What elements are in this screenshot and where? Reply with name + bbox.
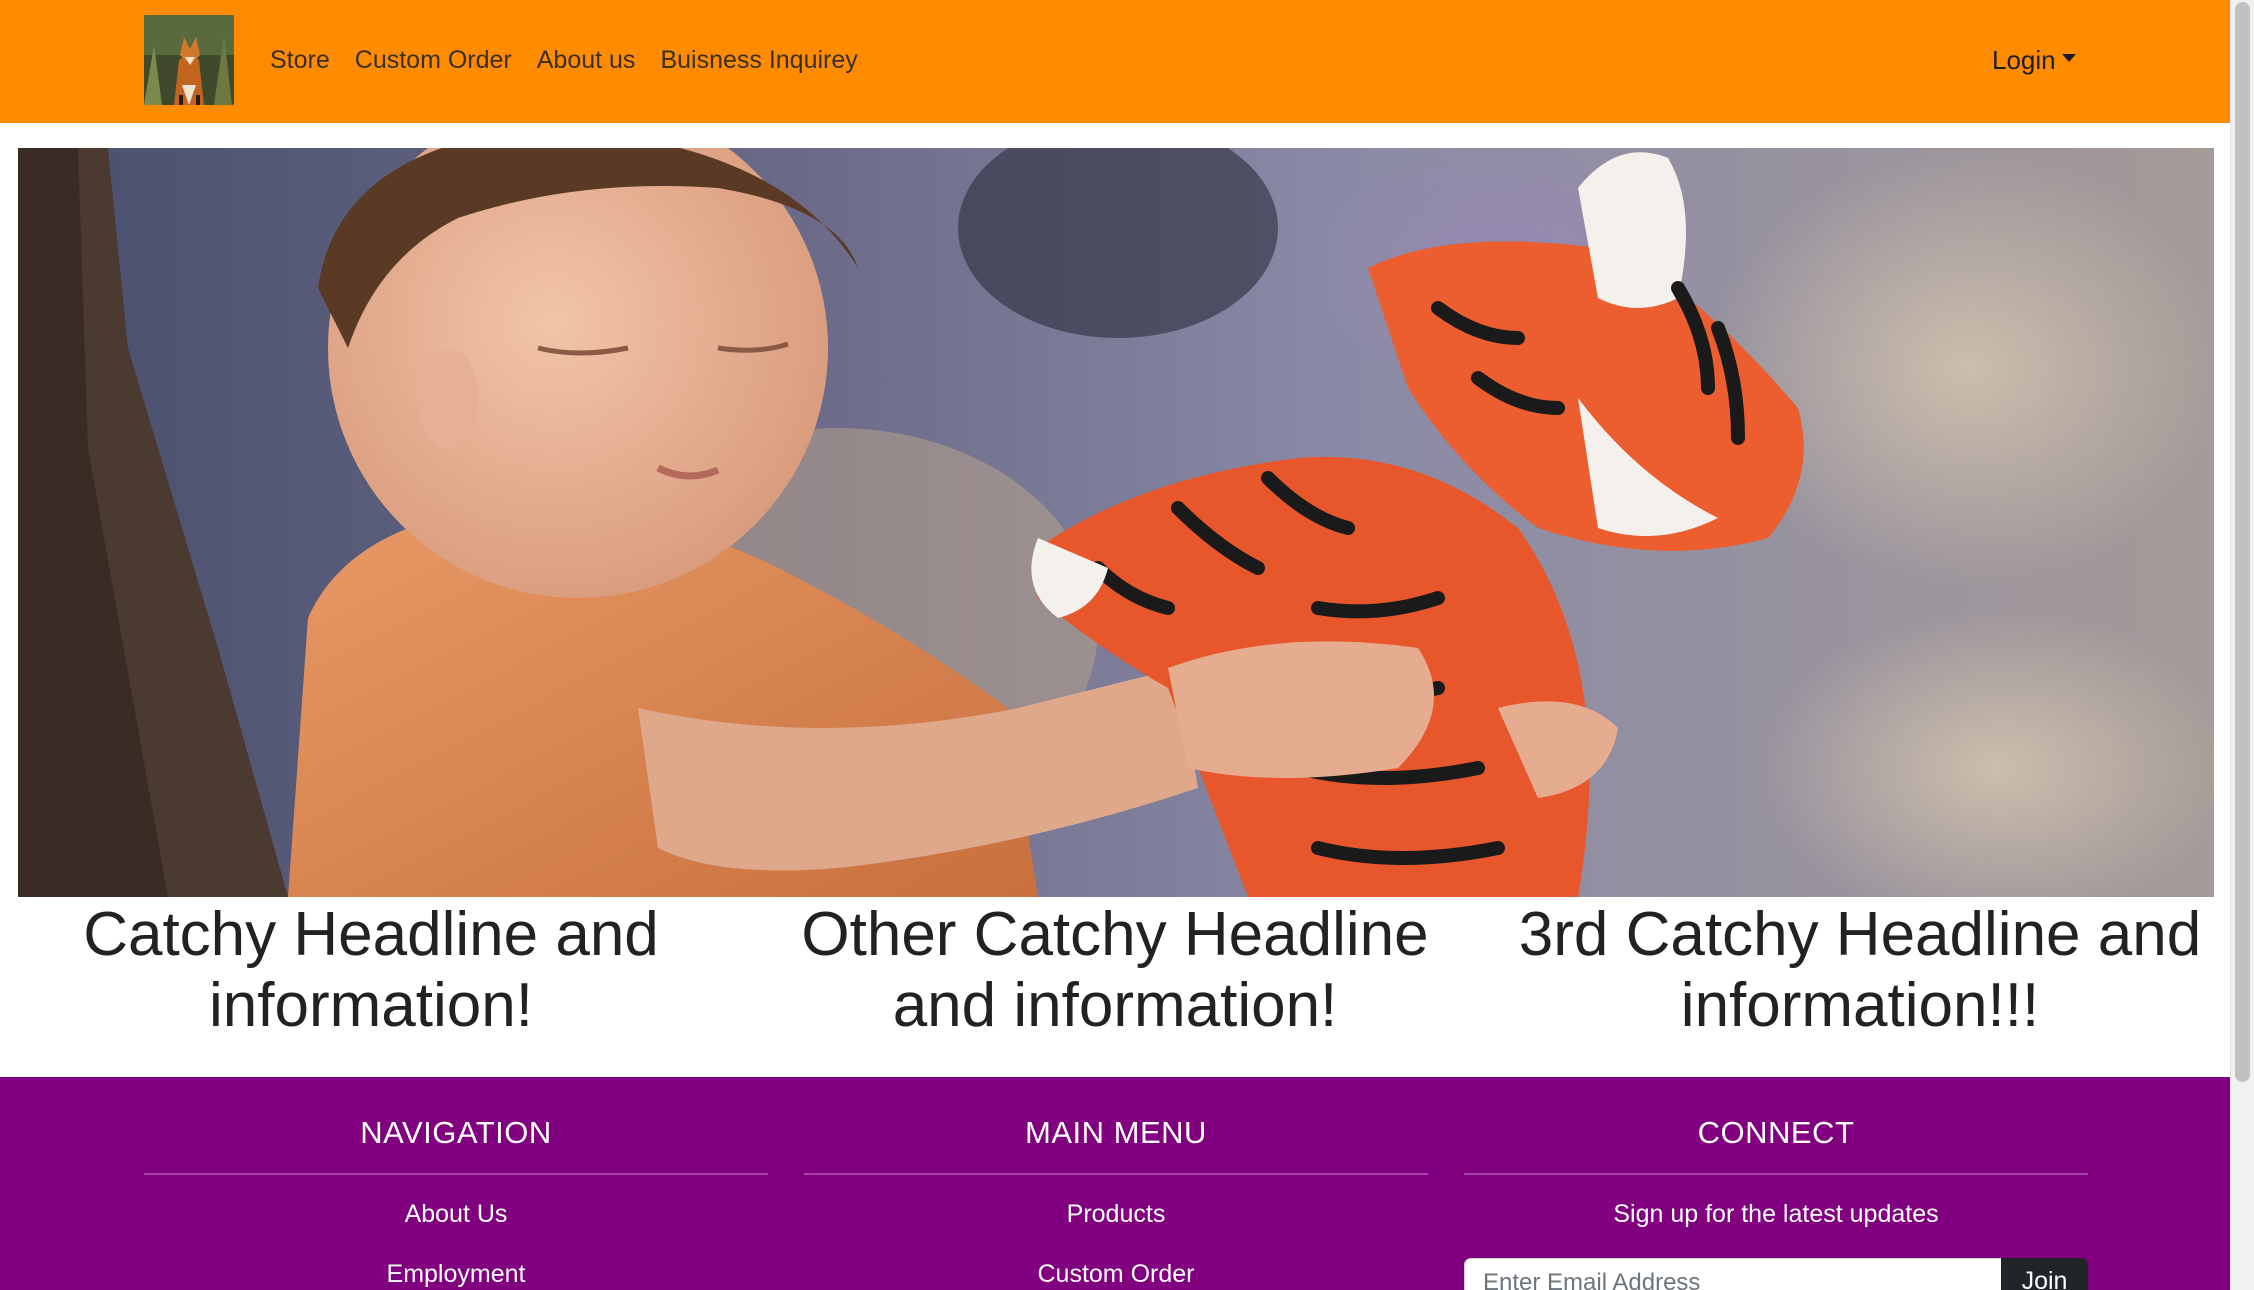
footer-divider: [804, 1173, 1428, 1175]
fox-logo-image: [144, 15, 234, 105]
email-input[interactable]: [1464, 1258, 2002, 1290]
footer-connect-title: CONNECT: [1697, 1115, 1855, 1150]
headline-1-line-1: Catchy Headline and: [83, 900, 659, 969]
headline-2-line-2: and information!: [892, 971, 1338, 1040]
footer-divider: [1464, 1173, 2088, 1175]
headline-3-line-1: 3rd Catchy Headline and: [1518, 900, 2202, 969]
footer-link-products[interactable]: Products: [804, 1200, 1428, 1229]
headline-3: 3rd Catchy Headline and information!!!: [1500, 899, 2220, 1041]
nav-link-business-inquiry[interactable]: Buisness Inquirey: [660, 46, 857, 75]
scrollbar-thumb[interactable]: [2235, 2, 2250, 1082]
headline-3-line-2: information!!!: [1680, 971, 2040, 1040]
footer-link-employment[interactable]: Employment: [144, 1260, 768, 1289]
headline-1-line-2: information!: [209, 971, 533, 1040]
footer-divider: [144, 1173, 768, 1175]
newsletter-text: Sign up for the latest updates: [1613, 1200, 1939, 1228]
headline-2-line-1: Other Catchy Headline: [801, 900, 1429, 969]
headline-2: Other Catchy Headline and information!: [770, 899, 1460, 1041]
vertical-scrollbar[interactable]: [2230, 0, 2254, 1290]
hero-image: [18, 148, 2214, 897]
footer-main-menu-title: MAIN MENU: [1025, 1115, 1207, 1150]
nav-link-about-us[interactable]: About us: [537, 46, 636, 75]
footer-navigation-title: NAVIGATION: [360, 1115, 552, 1150]
nav-link-store[interactable]: Store: [270, 46, 330, 75]
headlines-section: Catchy Headline and information! Other C…: [0, 897, 2230, 1077]
footer-link-custom-order[interactable]: Custom Order: [804, 1260, 1428, 1289]
hero-photo: [18, 148, 2214, 897]
nav-link-custom-order[interactable]: Custom Order: [355, 46, 512, 75]
brand-logo[interactable]: [144, 15, 234, 105]
login-label: Login: [1992, 44, 2056, 75]
footer-link-about-us[interactable]: About Us: [144, 1200, 768, 1229]
login-dropdown[interactable]: Login: [1992, 0, 2076, 120]
join-button[interactable]: Join: [2001, 1258, 2088, 1290]
site-footer: NAVIGATION About Us Employment MAIN MENU…: [0, 1077, 2230, 1290]
top-navbar: Store Custom Order About us Buisness Inq…: [0, 0, 2230, 123]
headline-1: Catchy Headline and information!: [40, 899, 702, 1041]
nav-links: Store Custom Order About us Buisness Inq…: [270, 0, 883, 120]
caret-down-icon: [2061, 54, 2076, 62]
